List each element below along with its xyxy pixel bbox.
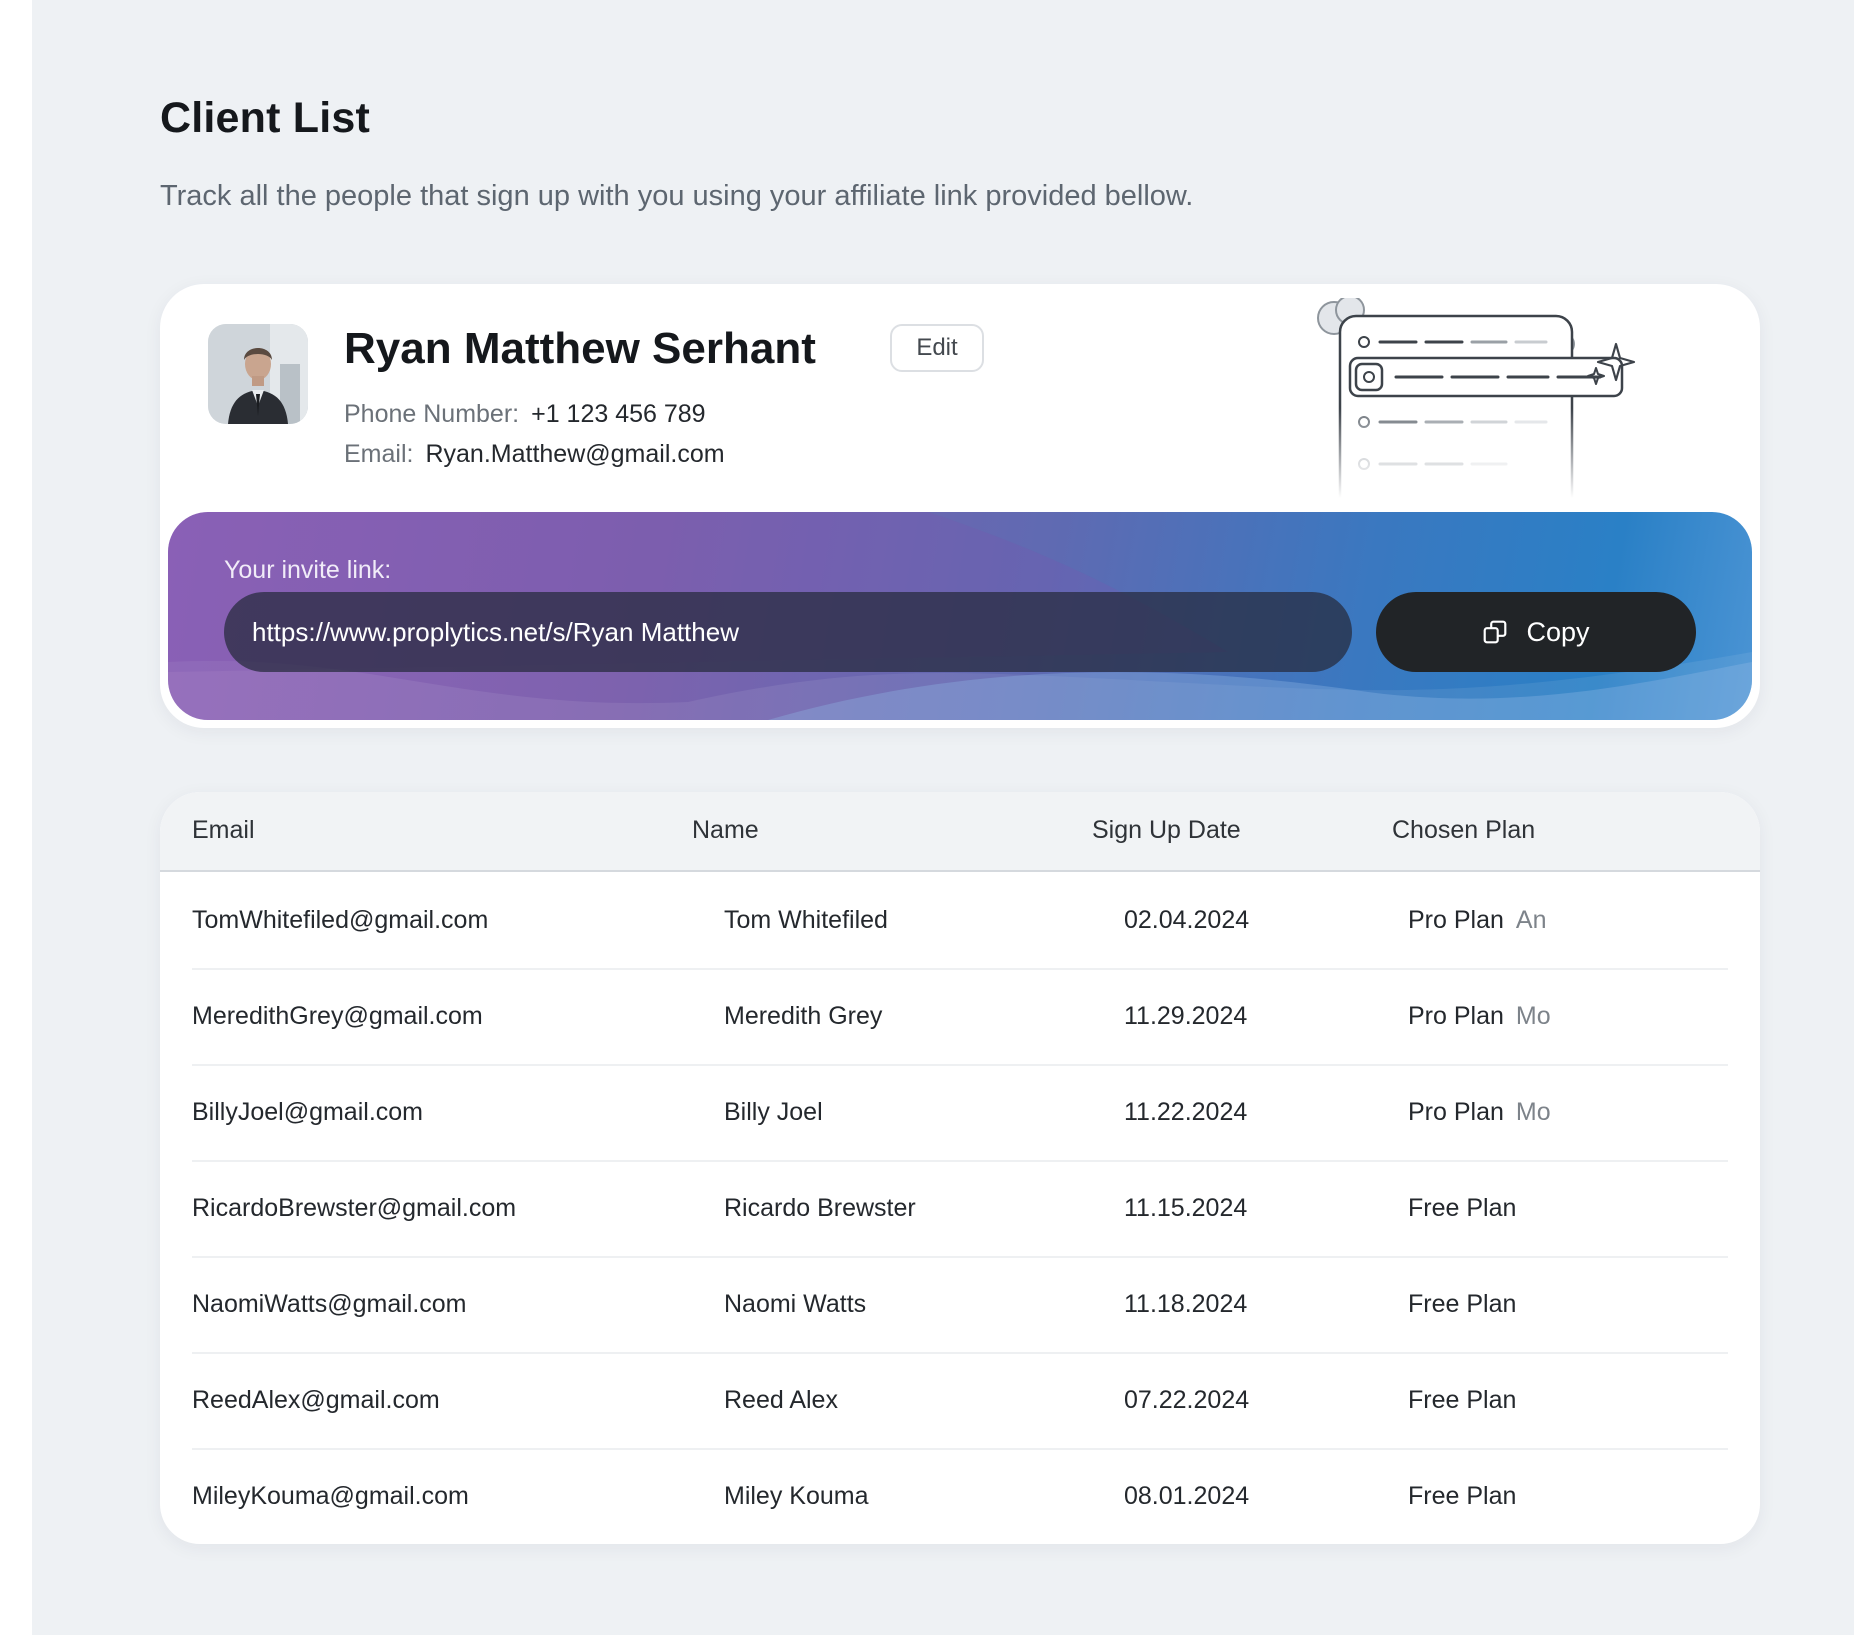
invite-link-input[interactable] — [224, 592, 1352, 672]
cell-plan: Free Plan — [1408, 1386, 1516, 1415]
cell-date: 02.04.2024 — [1124, 906, 1250, 934]
column-header-sign-up-date[interactable]: Sign Up Date — [1092, 816, 1241, 845]
plan-period: Mo — [1515, 1098, 1551, 1126]
cell-email: ReedAlex@gmail.com — [192, 1386, 440, 1414]
cell-date: 11.18.2024 — [1124, 1290, 1248, 1318]
page: Client List Track all the people that si… — [32, 0, 1854, 1635]
cell-plan: Pro Plan Mo — [1408, 1098, 1551, 1127]
column-header-name[interactable]: Name — [692, 816, 759, 845]
cell-date: 11.22.2024 — [1124, 1098, 1248, 1126]
cell-email: NaomiWatts@gmail.com — [192, 1290, 467, 1318]
cell-plan: Free Plan — [1408, 1290, 1516, 1319]
plan-name: Free Plan — [1408, 1194, 1517, 1222]
cell-name: Tom Whitefiled — [724, 906, 888, 934]
cell-plan: Pro Plan Mo — [1408, 1002, 1551, 1031]
invite-banner: Your invite link: Copy — [168, 512, 1752, 720]
table-header: Email Name Sign Up Date Chosen Plan — [160, 792, 1760, 872]
cell-name: Naomi Watts — [724, 1290, 867, 1318]
plan-period: Mo — [1515, 1002, 1551, 1030]
cell-email: MeredithGrey@gmail.com — [192, 1002, 483, 1030]
profile-card: Ryan Matthew Serhant Edit Phone Number: +… — [160, 284, 1760, 728]
phone-label: Phone Number: — [344, 400, 520, 428]
edit-button[interactable]: Edit — [890, 324, 984, 372]
client-table: Email Name Sign Up Date Chosen Plan TomW… — [160, 792, 1760, 1544]
cell-name: Meredith Grey — [724, 1002, 883, 1030]
copy-icon — [1484, 620, 1507, 644]
avatar-photo — [208, 324, 308, 424]
table-row[interactable]: ReedAlex@gmail.com Reed Alex 07.22.2024 … — [192, 1354, 1728, 1450]
cell-email: TomWhitefiled@gmail.com — [192, 906, 489, 934]
plan-name: Free Plan — [1408, 1290, 1517, 1318]
plan-name: Free Plan — [1408, 1482, 1517, 1510]
copy-button[interactable]: Copy — [1376, 592, 1696, 672]
table-body: TomWhitefiled@gmail.com Tom Whitefiled 0… — [192, 874, 1728, 1544]
cell-name: Ricardo Brewster — [724, 1194, 916, 1222]
email-value: Ryan.Matthew@gmail.com — [425, 440, 725, 468]
table-row[interactable]: TomWhitefiled@gmail.com Tom Whitefiled 0… — [192, 874, 1728, 970]
cell-plan: Free Plan — [1408, 1482, 1516, 1511]
column-header-email[interactable]: Email — [192, 816, 255, 845]
cell-email: MileyKouma@gmail.com — [192, 1482, 469, 1510]
plan-name: Pro Plan — [1408, 906, 1504, 934]
table-row[interactable]: BillyJoel@gmail.com Billy Joel 11.22.202… — [192, 1066, 1728, 1162]
cell-plan: Free Plan — [1408, 1194, 1516, 1223]
email-label: Email: — [344, 440, 414, 468]
plan-name: Free Plan — [1408, 1386, 1517, 1414]
cell-date: 11.29.2024 — [1124, 1002, 1248, 1030]
table-row[interactable]: RicardoBrewster@gmail.com Ricardo Brewst… — [192, 1162, 1728, 1258]
cell-name: Reed Alex — [724, 1386, 838, 1414]
cell-name: Billy Joel — [724, 1098, 823, 1126]
cell-date: 08.01.2024 — [1124, 1482, 1250, 1510]
avatar — [208, 324, 308, 424]
plan-period: An — [1515, 906, 1547, 934]
cell-date: 07.22.2024 — [1124, 1386, 1250, 1414]
email-row: Email: Ryan.Matthew@gmail.com — [344, 440, 725, 469]
invite-link-label: Your invite link: — [224, 556, 392, 584]
profile-name: Ryan Matthew Serhant — [344, 324, 816, 373]
table-row[interactable]: MileyKouma@gmail.com Miley Kouma 08.01.2… — [192, 1450, 1728, 1544]
table-row[interactable]: MeredithGrey@gmail.com Meredith Grey 11.… — [192, 970, 1728, 1066]
cell-date: 11.15.2024 — [1124, 1194, 1248, 1222]
cell-name: Miley Kouma — [724, 1482, 869, 1510]
column-header-chosen-plan[interactable]: Chosen Plan — [1392, 816, 1535, 845]
plan-name: Pro Plan — [1408, 1002, 1504, 1030]
cell-email: RicardoBrewster@gmail.com — [192, 1194, 517, 1222]
page-subtitle: Track all the people that sign up with y… — [160, 180, 1194, 212]
phone-row: Phone Number: +1 123 456 789 — [344, 400, 706, 429]
copy-button-label: Copy — [1526, 616, 1590, 647]
cell-email: BillyJoel@gmail.com — [192, 1098, 423, 1126]
page-title: Client List — [160, 94, 371, 142]
table-row[interactable]: NaomiWatts@gmail.com Naomi Watts 11.18.2… — [192, 1258, 1728, 1354]
phone-value: +1 123 456 789 — [531, 400, 706, 428]
cell-plan: Pro Plan An — [1408, 906, 1546, 935]
plan-name: Pro Plan — [1408, 1098, 1504, 1126]
link-list-illustration — [1317, 298, 1636, 498]
